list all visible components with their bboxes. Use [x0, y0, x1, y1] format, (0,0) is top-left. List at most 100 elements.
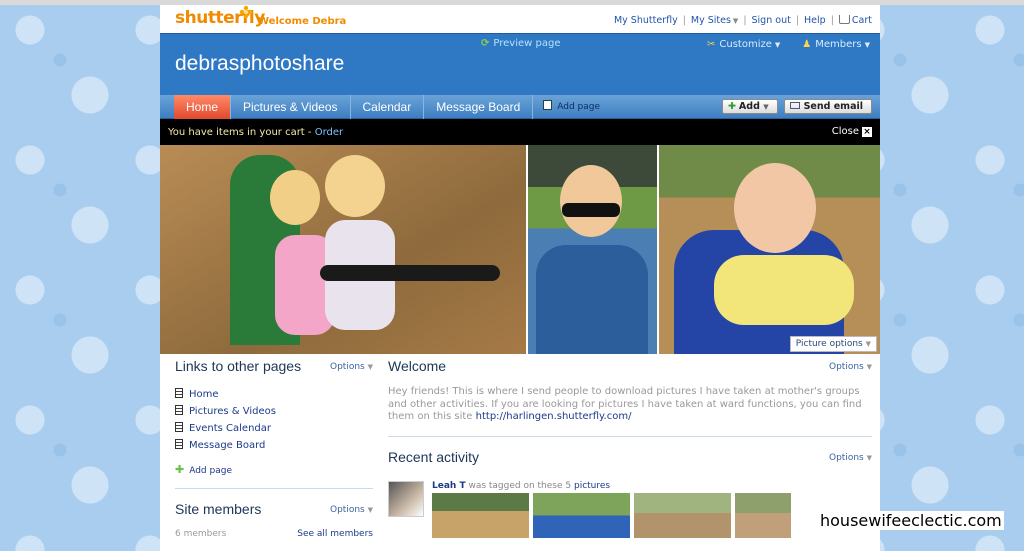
members-count: 6 members	[175, 529, 227, 539]
tab-home[interactable]: Home	[174, 95, 232, 119]
baby-body-shape	[714, 255, 854, 325]
my-shutterfly-link[interactable]: My Shutterfly	[614, 15, 678, 26]
cart-message: You have items in your cart - Order	[168, 127, 343, 138]
links-list: Home Pictures & Videos Events Calendar M…	[175, 388, 373, 451]
options-label: Options	[330, 362, 365, 372]
close-cart-notice[interactable]: Close ×	[832, 126, 872, 137]
photo-baby-swing[interactable]	[659, 145, 880, 354]
close-label: Close	[831, 126, 859, 137]
separator: |	[830, 15, 834, 26]
link-events-calendar: Events Calendar	[189, 423, 272, 434]
chevron-down-icon: ▼	[866, 453, 872, 462]
picture-options-button[interactable]: Picture options ▼	[789, 336, 877, 352]
add-page-link-left[interactable]: ✚ Add page	[175, 463, 373, 476]
page-icon	[543, 100, 553, 110]
right-column: Options ▼ Welcome Hey friends! This is w…	[388, 358, 872, 541]
link-message-board: Message Board	[189, 440, 266, 451]
list-item[interactable]: Pictures & Videos	[175, 405, 373, 417]
site-page: shutterfly Welcome Debra My Shutterfly |…	[160, 5, 880, 551]
activity-thumbnails	[432, 492, 791, 538]
cart-link[interactable]: Cart	[838, 15, 872, 26]
members-menu[interactable]: ♟ Members ▼	[802, 39, 870, 50]
cart-icon	[838, 15, 850, 24]
link-home: Home	[189, 389, 219, 400]
links-options-menu[interactable]: Options ▼	[330, 362, 373, 372]
avatar[interactable]	[388, 480, 424, 517]
activity-user-link[interactable]: Leah T	[432, 481, 466, 491]
site-title[interactable]: debrasphotoshare	[175, 52, 344, 76]
members-label: Members	[815, 39, 862, 50]
customize-menu[interactable]: ✂ Customize ▼	[707, 39, 780, 50]
site-banner: debrasphotoshare ⟳ Preview page ✂ Customiz…	[160, 33, 880, 95]
divider	[175, 488, 373, 489]
sunglasses-shape	[562, 203, 620, 217]
harlingen-site-link[interactable]: http://harlingen.shutterfly.com/	[476, 411, 632, 422]
send-email-button[interactable]: Send email	[783, 99, 872, 114]
list-item[interactable]: Events Calendar	[175, 422, 373, 434]
banner-menu: ✂ Customize ▼ ♟ Members ▼	[707, 39, 870, 50]
list-item[interactable]: Home	[175, 388, 373, 400]
options-label: Options	[330, 505, 365, 515]
chevron-down-icon: ▼	[367, 363, 373, 371]
chevron-down-icon: ▼	[763, 103, 769, 111]
chevron-down-icon: ▼	[864, 41, 870, 49]
pictures-link[interactable]: pictures	[574, 481, 610, 491]
members-options-menu[interactable]: Options ▼	[330, 505, 373, 515]
chevron-down-icon: ▼	[732, 17, 739, 25]
tab-calendar[interactable]: Calendar	[351, 95, 425, 119]
close-icon: ×	[862, 127, 872, 137]
separator: |	[795, 15, 800, 26]
left-column: Options ▼ Links to other pages Home Pict…	[175, 358, 373, 539]
plus-icon: ✚	[727, 101, 736, 112]
see-all-members-link[interactable]: See all members	[297, 529, 373, 539]
add-label: Add	[738, 101, 760, 112]
divider	[388, 435, 872, 437]
list-item[interactable]: Message Board	[175, 439, 373, 451]
my-sites-label: My Sites	[690, 15, 731, 26]
members-section: Options ▼ Site members 6 members See all…	[175, 501, 373, 539]
separator: |	[743, 15, 747, 26]
page-icon	[175, 422, 183, 432]
welcome-body: Hey friends! This is where I send people…	[388, 386, 872, 424]
add-button[interactable]: ✚ Add ▼	[721, 99, 778, 114]
watermark: housewifeeclectic.com	[818, 511, 1004, 530]
links-section: Options ▼ Links to other pages Home Pict…	[175, 358, 373, 489]
person-icon: ♟	[802, 39, 812, 50]
my-sites-link[interactable]: My Sites ▼	[691, 15, 738, 26]
page-icon	[175, 439, 183, 449]
welcome-options-menu[interactable]: Options ▼	[829, 362, 872, 372]
tab-message-board[interactable]: Message Board	[424, 95, 534, 119]
thumbnail[interactable]	[735, 492, 791, 538]
activity-item: Leah T was tagged on these 5 pictures	[388, 480, 872, 541]
activity-text: Leah T was tagged on these 5 pictures	[432, 481, 610, 491]
page-icon	[175, 388, 183, 398]
child-head-shape	[325, 155, 385, 217]
mail-icon	[789, 102, 800, 109]
chevron-down-icon: ▼	[774, 41, 781, 49]
tab-pictures-videos[interactable]: Pictures & Videos	[231, 95, 351, 119]
photo-boy-sunglasses[interactable]	[528, 145, 657, 354]
chevron-down-icon: ▼	[865, 340, 871, 348]
sign-out-link[interactable]: Sign out	[752, 15, 791, 26]
options-label: Options	[829, 452, 864, 463]
photo-girls-on-playground[interactable]	[160, 145, 526, 354]
activity-options-menu[interactable]: Options ▼	[829, 453, 872, 463]
customize-label: Customize	[719, 39, 772, 50]
child-body-shape	[536, 245, 648, 354]
cart-notice-bar: You have items in your cart - Order Clos…	[160, 119, 880, 145]
preview-page-link[interactable]: ⟳ Preview page	[481, 38, 560, 49]
order-link[interactable]: Order	[315, 127, 343, 138]
nav-bar: Home Pictures & Videos Calendar Message …	[160, 95, 880, 119]
add-page-link[interactable]: Add page	[533, 95, 600, 119]
child-head-shape	[560, 165, 622, 237]
options-label: Options	[829, 362, 864, 372]
chevron-down-icon: ▼	[866, 363, 872, 371]
thumbnail[interactable]	[432, 492, 529, 538]
activity-title: Recent activity	[388, 448, 480, 465]
help-link[interactable]: Help	[804, 15, 826, 26]
cart-message-text: You have items in your cart -	[168, 127, 315, 138]
thumbnail[interactable]	[634, 492, 731, 538]
send-email-label: Send email	[803, 101, 863, 112]
thumbnail[interactable]	[533, 492, 630, 538]
add-page-label: Add page	[189, 466, 232, 476]
